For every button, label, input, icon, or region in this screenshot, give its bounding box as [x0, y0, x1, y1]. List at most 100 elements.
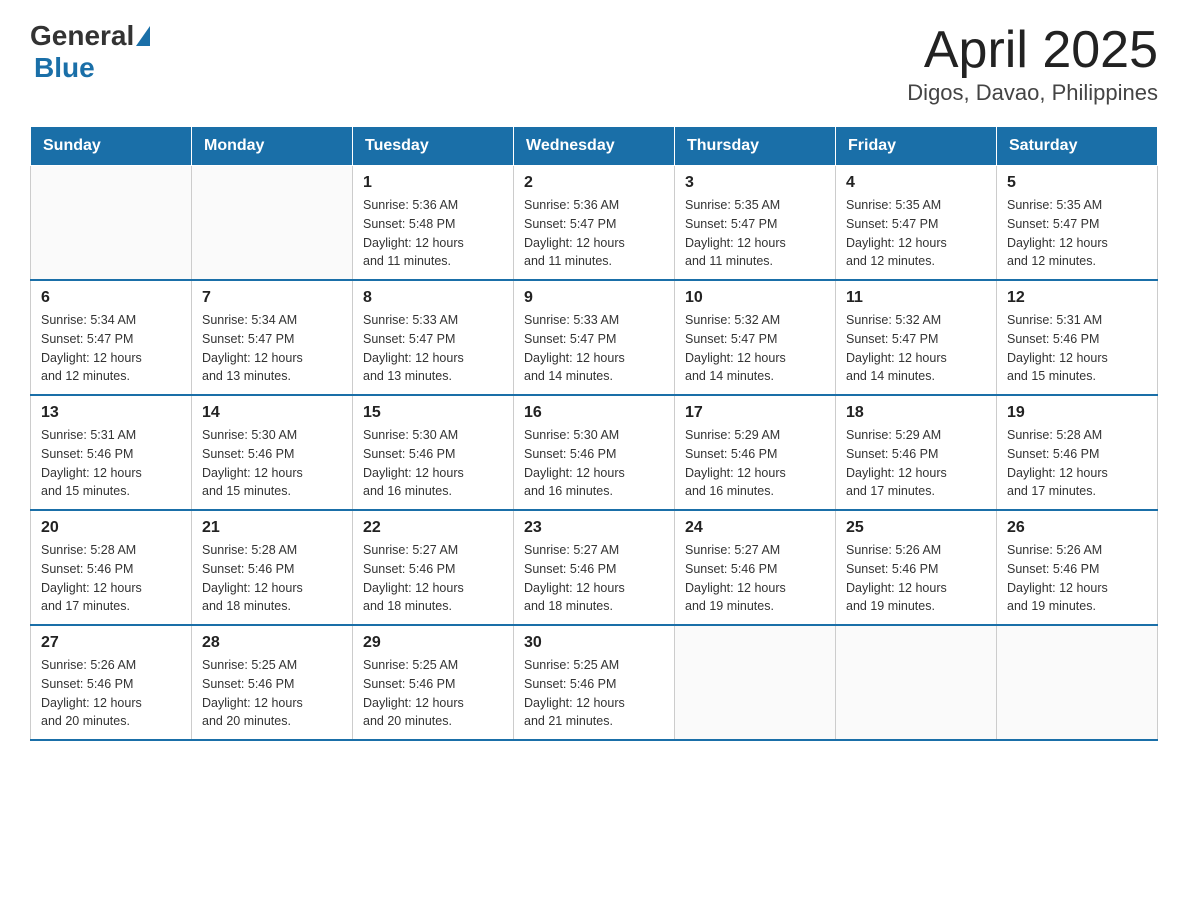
- calendar-cell: 26 Sunrise: 5:26 AM Sunset: 5:46 PM Dayli…: [997, 510, 1158, 625]
- day-number: 2: [524, 174, 664, 192]
- day-info: Sunrise: 5:25 AM Sunset: 5:46 PM Dayligh…: [363, 656, 503, 731]
- calendar-cell: 2 Sunrise: 5:36 AM Sunset: 5:47 PM Daylig…: [514, 166, 675, 281]
- day-number: 21: [202, 519, 342, 537]
- day-number: 27: [41, 634, 181, 652]
- calendar-cell: [997, 625, 1158, 740]
- day-number: 7: [202, 289, 342, 307]
- day-number: 19: [1007, 404, 1147, 422]
- day-info: Sunrise: 5:36 AM Sunset: 5:47 PM Dayligh…: [524, 196, 664, 271]
- calendar-cell: 1 Sunrise: 5:36 AM Sunset: 5:48 PM Daylig…: [353, 166, 514, 281]
- day-number: 6: [41, 289, 181, 307]
- calendar-cell: 20 Sunrise: 5:28 AM Sunset: 5:46 PM Dayli…: [31, 510, 192, 625]
- day-info: Sunrise: 5:31 AM Sunset: 5:46 PM Dayligh…: [41, 426, 181, 501]
- day-number: 30: [524, 634, 664, 652]
- day-info: Sunrise: 5:28 AM Sunset: 5:46 PM Dayligh…: [202, 541, 342, 616]
- calendar-cell: 10 Sunrise: 5:32 AM Sunset: 5:47 PM Dayli…: [675, 280, 836, 395]
- day-header-friday: Friday: [836, 127, 997, 166]
- week-row-4: 20 Sunrise: 5:28 AM Sunset: 5:46 PM Dayli…: [31, 510, 1158, 625]
- day-header-monday: Monday: [192, 127, 353, 166]
- day-info: Sunrise: 5:28 AM Sunset: 5:46 PM Dayligh…: [41, 541, 181, 616]
- day-number: 20: [41, 519, 181, 537]
- day-number: 3: [685, 174, 825, 192]
- day-number: 28: [202, 634, 342, 652]
- calendar-cell: 30 Sunrise: 5:25 AM Sunset: 5:46 PM Dayli…: [514, 625, 675, 740]
- day-number: 29: [363, 634, 503, 652]
- calendar-cell: 23 Sunrise: 5:27 AM Sunset: 5:46 PM Dayli…: [514, 510, 675, 625]
- day-info: Sunrise: 5:26 AM Sunset: 5:46 PM Dayligh…: [41, 656, 181, 731]
- calendar-cell: 6 Sunrise: 5:34 AM Sunset: 5:47 PM Daylig…: [31, 280, 192, 395]
- day-number: 9: [524, 289, 664, 307]
- day-info: Sunrise: 5:29 AM Sunset: 5:46 PM Dayligh…: [685, 426, 825, 501]
- day-info: Sunrise: 5:35 AM Sunset: 5:47 PM Dayligh…: [846, 196, 986, 271]
- day-info: Sunrise: 5:31 AM Sunset: 5:46 PM Dayligh…: [1007, 311, 1147, 386]
- day-info: Sunrise: 5:34 AM Sunset: 5:47 PM Dayligh…: [202, 311, 342, 386]
- calendar-table: SundayMondayTuesdayWednesdayThursdayFrid…: [30, 126, 1158, 741]
- title-area: April 2025 Digos, Davao, Philippines: [907, 20, 1158, 106]
- day-number: 11: [846, 289, 986, 307]
- day-number: 14: [202, 404, 342, 422]
- calendar-cell: 19 Sunrise: 5:28 AM Sunset: 5:46 PM Dayli…: [997, 395, 1158, 510]
- week-row-2: 6 Sunrise: 5:34 AM Sunset: 5:47 PM Daylig…: [31, 280, 1158, 395]
- day-info: Sunrise: 5:28 AM Sunset: 5:46 PM Dayligh…: [1007, 426, 1147, 501]
- day-info: Sunrise: 5:35 AM Sunset: 5:47 PM Dayligh…: [1007, 196, 1147, 271]
- calendar-cell: 8Sunrise: 5:33 AM Sunset: 5:47 PM Daylig…: [353, 280, 514, 395]
- calendar-cell: 7 Sunrise: 5:34 AM Sunset: 5:47 PM Daylig…: [192, 280, 353, 395]
- day-number: 25: [846, 519, 986, 537]
- calendar-cell: 15Sunrise: 5:30 AM Sunset: 5:46 PM Dayli…: [353, 395, 514, 510]
- calendar-cell: 27 Sunrise: 5:26 AM Sunset: 5:46 PM Dayli…: [31, 625, 192, 740]
- day-info: Sunrise: 5:30 AM Sunset: 5:46 PM Dayligh…: [524, 426, 664, 501]
- day-info: Sunrise: 5:34 AM Sunset: 5:47 PM Dayligh…: [41, 311, 181, 386]
- day-number: 5: [1007, 174, 1147, 192]
- calendar-cell: 18Sunrise: 5:29 AM Sunset: 5:46 PM Dayli…: [836, 395, 997, 510]
- day-number: 4: [846, 174, 986, 192]
- week-row-1: 1 Sunrise: 5:36 AM Sunset: 5:48 PM Daylig…: [31, 166, 1158, 281]
- day-number: 24: [685, 519, 825, 537]
- day-number: 12: [1007, 289, 1147, 307]
- day-info: Sunrise: 5:27 AM Sunset: 5:46 PM Dayligh…: [363, 541, 503, 616]
- day-info: Sunrise: 5:27 AM Sunset: 5:46 PM Dayligh…: [524, 541, 664, 616]
- day-info: Sunrise: 5:26 AM Sunset: 5:46 PM Dayligh…: [846, 541, 986, 616]
- day-info: Sunrise: 5:33 AM Sunset: 5:47 PM Dayligh…: [524, 311, 664, 386]
- page-header: General Blue April 2025 Digos, Davao, Ph…: [30, 20, 1158, 106]
- calendar-cell: 4 Sunrise: 5:35 AM Sunset: 5:47 PM Daylig…: [836, 166, 997, 281]
- calendar-cell: 29 Sunrise: 5:25 AM Sunset: 5:46 PM Dayli…: [353, 625, 514, 740]
- day-info: Sunrise: 5:32 AM Sunset: 5:47 PM Dayligh…: [685, 311, 825, 386]
- logo: General Blue: [30, 20, 152, 84]
- day-header-wednesday: Wednesday: [514, 127, 675, 166]
- day-info: Sunrise: 5:29 AM Sunset: 5:46 PM Dayligh…: [846, 426, 986, 501]
- day-info: Sunrise: 5:27 AM Sunset: 5:46 PM Dayligh…: [685, 541, 825, 616]
- day-number: 8: [363, 289, 503, 307]
- calendar-cell: 25 Sunrise: 5:26 AM Sunset: 5:46 PM Dayli…: [836, 510, 997, 625]
- day-info: Sunrise: 5:25 AM Sunset: 5:46 PM Dayligh…: [202, 656, 342, 731]
- day-number: 10: [685, 289, 825, 307]
- day-info: Sunrise: 5:36 AM Sunset: 5:48 PM Dayligh…: [363, 196, 503, 271]
- day-info: Sunrise: 5:25 AM Sunset: 5:46 PM Dayligh…: [524, 656, 664, 731]
- calendar-cell: 5 Sunrise: 5:35 AM Sunset: 5:47 PM Daylig…: [997, 166, 1158, 281]
- day-number: 16: [524, 404, 664, 422]
- day-number: 22: [363, 519, 503, 537]
- day-info: Sunrise: 5:32 AM Sunset: 5:47 PM Dayligh…: [846, 311, 986, 386]
- day-info: Sunrise: 5:26 AM Sunset: 5:46 PM Dayligh…: [1007, 541, 1147, 616]
- calendar-cell: 17Sunrise: 5:29 AM Sunset: 5:46 PM Dayli…: [675, 395, 836, 510]
- calendar-cell: [675, 625, 836, 740]
- calendar-cell: 9 Sunrise: 5:33 AM Sunset: 5:47 PM Daylig…: [514, 280, 675, 395]
- day-number: 23: [524, 519, 664, 537]
- calendar-cell: 14 Sunrise: 5:30 AM Sunset: 5:46 PM Dayli…: [192, 395, 353, 510]
- calendar-cell: [192, 166, 353, 281]
- logo-triangle-icon: [136, 26, 150, 46]
- week-row-3: 13Sunrise: 5:31 AM Sunset: 5:46 PM Dayli…: [31, 395, 1158, 510]
- logo-blue-text: Blue: [34, 52, 95, 83]
- calendar-cell: [31, 166, 192, 281]
- day-info: Sunrise: 5:35 AM Sunset: 5:47 PM Dayligh…: [685, 196, 825, 271]
- day-header-saturday: Saturday: [997, 127, 1158, 166]
- day-header-tuesday: Tuesday: [353, 127, 514, 166]
- day-header-thursday: Thursday: [675, 127, 836, 166]
- day-info: Sunrise: 5:30 AM Sunset: 5:46 PM Dayligh…: [363, 426, 503, 501]
- calendar-cell: 21 Sunrise: 5:28 AM Sunset: 5:46 PM Dayli…: [192, 510, 353, 625]
- days-header-row: SundayMondayTuesdayWednesdayThursdayFrid…: [31, 127, 1158, 166]
- calendar-title: April 2025: [907, 20, 1158, 80]
- day-info: Sunrise: 5:30 AM Sunset: 5:46 PM Dayligh…: [202, 426, 342, 501]
- day-number: 1: [363, 174, 503, 192]
- day-number: 26: [1007, 519, 1147, 537]
- logo-general-text: General: [30, 20, 134, 52]
